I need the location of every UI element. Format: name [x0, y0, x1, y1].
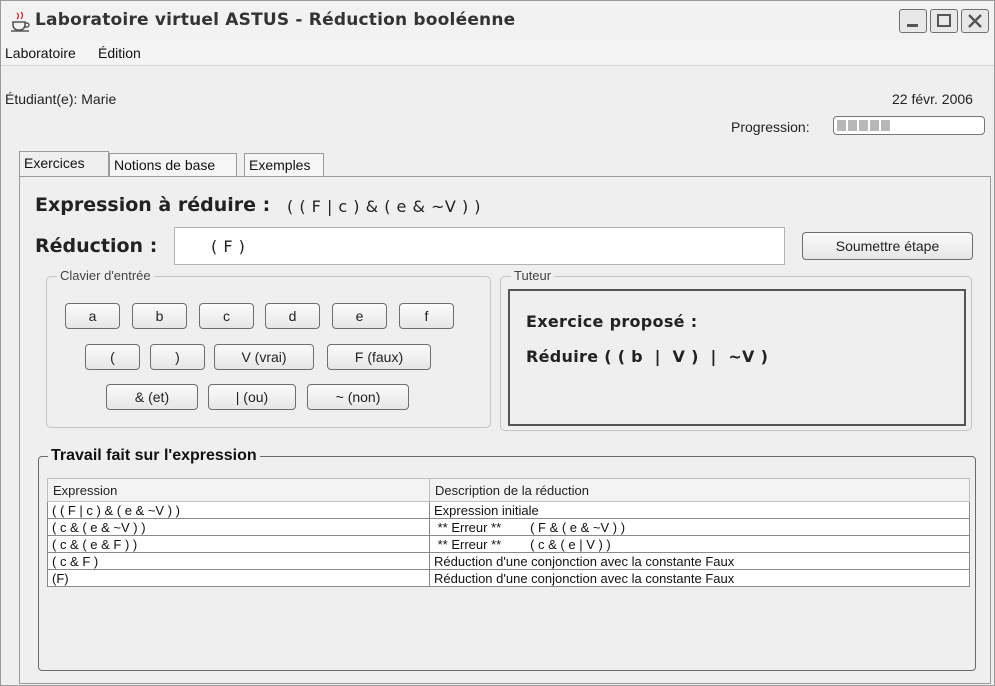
- progress-segment: [870, 120, 879, 131]
- expression-label: Expression à réduire :: [35, 194, 271, 216]
- cell-description: Réduction d'une conjonction avec la cons…: [429, 569, 970, 587]
- work-legend: Travail fait sur l'expression: [48, 447, 260, 465]
- tutor-exercise-title: Exercice proposé :: [526, 312, 698, 331]
- progress-segment: [848, 120, 857, 131]
- tab-exemples[interactable]: Exemples: [244, 153, 324, 176]
- submit-step-button[interactable]: Soumettre étape: [802, 232, 973, 260]
- cell-expression: ( c & F ): [47, 552, 430, 570]
- column-header-description[interactable]: Description de la réduction: [429, 478, 970, 502]
- menu-laboratoire[interactable]: Laboratoire: [5, 45, 76, 61]
- progress-label: Progression:: [731, 119, 810, 135]
- table-row[interactable]: ( ( F | c ) & ( e & ~V ) ) Expression in…: [47, 501, 970, 519]
- table-row[interactable]: ( c & F ) Réduction d'une conjonction av…: [47, 552, 970, 570]
- window-title: Laboratoire virtuel ASTUS - Réduction bo…: [35, 10, 516, 30]
- progress-segment: [881, 120, 890, 131]
- key-e[interactable]: e: [332, 303, 387, 329]
- key-and[interactable]: & (et): [106, 384, 198, 410]
- cell-expression: (F): [47, 569, 430, 587]
- key-true[interactable]: V (vrai): [214, 344, 314, 370]
- table-row[interactable]: ( c & ( e & F ) ) ** Erreur ** ( c & ( e…: [47, 535, 970, 553]
- menu-edition[interactable]: Édition: [98, 45, 141, 61]
- date-label: 22 févr. 2006: [892, 91, 973, 107]
- column-header-expression[interactable]: Expression: [47, 478, 430, 502]
- tab-notions-de-base[interactable]: Notions de base: [109, 153, 237, 176]
- cell-expression: ( c & ( e & ~V ) ): [47, 518, 430, 536]
- key-f[interactable]: f: [399, 303, 454, 329]
- table-header: Expression Description de la réduction: [47, 478, 970, 502]
- tutor-legend: Tuteur: [511, 268, 555, 283]
- key-not[interactable]: ~ (non): [307, 384, 409, 410]
- student-label: Étudiant(e): Marie: [5, 91, 117, 107]
- cell-description: ** Erreur ** ( F & ( e & ~V ) ): [429, 518, 970, 536]
- expression-value: ( ( F | c ) & ( e & ~V ) ): [287, 197, 482, 216]
- key-b[interactable]: b: [132, 303, 187, 329]
- title-bar[interactable]: Laboratoire virtuel ASTUS - Réduction bo…: [1, 1, 994, 42]
- key-or[interactable]: | (ou): [208, 384, 296, 410]
- progress-segment: [859, 120, 868, 131]
- table-row[interactable]: ( c & ( e & ~V ) ) ** Erreur ** ( F & ( …: [47, 518, 970, 536]
- cell-description: ** Erreur ** ( c & ( e | V ) ): [429, 535, 970, 553]
- key-a[interactable]: a: [65, 303, 120, 329]
- table-row[interactable]: (F) Réduction d'une conjonction avec la …: [47, 569, 970, 587]
- java-cup-icon: [9, 10, 31, 32]
- cell-expression: ( c & ( e & F ) ): [47, 535, 430, 553]
- key-c[interactable]: c: [199, 303, 254, 329]
- progress-fill: [837, 120, 892, 131]
- key-false[interactable]: F (faux): [327, 344, 431, 370]
- progress-segment: [837, 120, 846, 131]
- keyboard-legend: Clavier d'entrée: [57, 268, 154, 283]
- minimize-button[interactable]: [899, 9, 927, 33]
- reduction-input[interactable]: ( F ): [174, 227, 785, 265]
- table-empty-area: [47, 600, 969, 662]
- maximize-button[interactable]: [930, 9, 958, 33]
- tab-exercices[interactable]: Exercices: [19, 151, 109, 176]
- key-close-paren[interactable]: ): [150, 344, 205, 370]
- key-open-paren[interactable]: (: [85, 344, 140, 370]
- cell-description: Réduction d'une conjonction avec la cons…: [429, 552, 970, 570]
- close-button[interactable]: [961, 9, 989, 33]
- work-table: Expression Description de la réduction (…: [47, 478, 970, 587]
- tutor-exercise-text: Réduire ( ( b | V ) | ~V ): [526, 347, 769, 366]
- app-window: Laboratoire virtuel ASTUS - Réduction bo…: [0, 0, 995, 686]
- progress-bar: [833, 116, 985, 135]
- cell-expression: ( ( F | c ) & ( e & ~V ) ): [47, 501, 430, 519]
- key-d[interactable]: d: [265, 303, 320, 329]
- cell-description: Expression initiale: [429, 501, 970, 519]
- reduction-label: Réduction :: [35, 235, 158, 257]
- menu-bar: Laboratoire Édition: [1, 41, 994, 66]
